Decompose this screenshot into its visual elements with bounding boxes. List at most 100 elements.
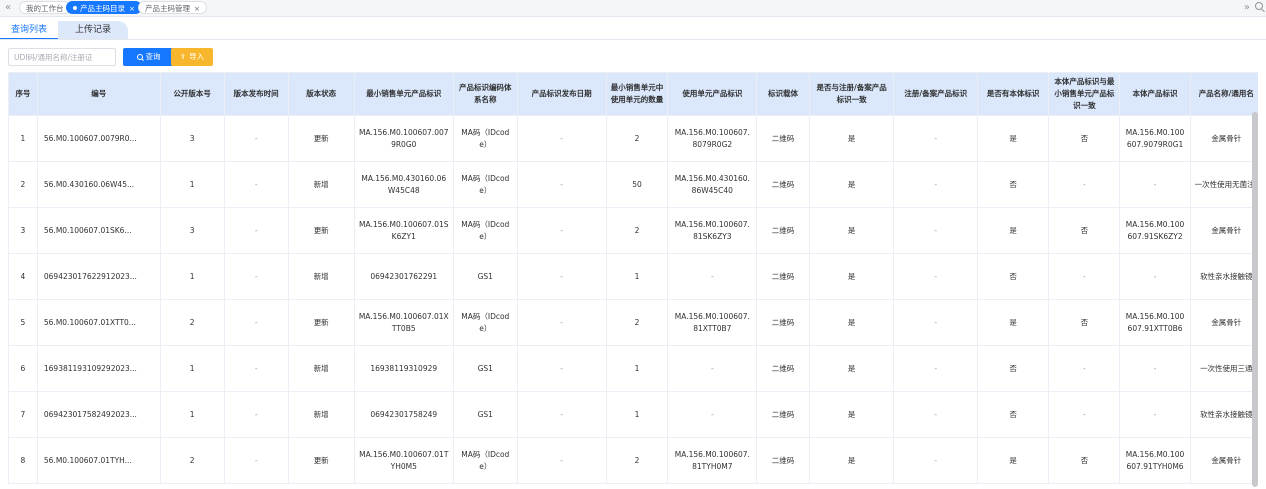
- column-header: 公开版本号: [159, 72, 225, 116]
- table-cell: 5: [8, 299, 38, 346]
- column-header: 本体产品标识与最小销售单元产品标识一致: [1048, 72, 1121, 116]
- table-cell: -: [223, 345, 289, 392]
- table-cell: 更新: [287, 207, 355, 254]
- table-cell: 金属骨针: [1189, 437, 1258, 484]
- code-cell[interactable]: 56.M0.100607.01XTT0...: [36, 299, 161, 346]
- import-icon: ⇪: [179, 52, 187, 61]
- column-header: 产品标识编码体系名称: [452, 72, 518, 116]
- tab-label: 我的工作台: [26, 4, 64, 13]
- table-cell: -: [1048, 345, 1121, 392]
- table-cell: 2: [159, 437, 225, 484]
- tabs-scroll-right-icon[interactable]: »: [1244, 0, 1250, 15]
- table-cell: 否: [977, 253, 1050, 300]
- tab-product-code-catalog[interactable]: 产品主码目录 ×: [66, 1, 142, 14]
- code-cell[interactable]: 169381193109292023...: [36, 345, 161, 392]
- table-cell: MA.156.M0.100607.91TYH0M6: [1119, 437, 1191, 484]
- tab-workbench[interactable]: 我的工作台: [19, 1, 71, 14]
- table-cell: MA码（IDcode）: [452, 161, 518, 208]
- table-cell: 1: [605, 253, 669, 300]
- code-cell[interactable]: 56.M0.430160.06W45...: [36, 161, 161, 208]
- table-cell: 否: [1048, 115, 1121, 162]
- table-cell: -: [223, 437, 289, 484]
- table-cell: 8: [8, 437, 38, 484]
- table-cell: 1: [605, 345, 669, 392]
- table-row: 2 56.M0.430160.06W45... 1- 新增 MA.156.M0.4301…: [8, 161, 1258, 208]
- table-cell: -: [1048, 253, 1121, 300]
- table-cell: -: [667, 253, 758, 300]
- table-cell: 是: [977, 115, 1050, 162]
- table-header-row: 序号 编号 公开版本号 版本发布时间 版本状态 最小销售单元产品标识 产品标识编…: [8, 72, 1258, 116]
- table-cell: 新增: [287, 345, 355, 392]
- search-input[interactable]: [8, 48, 116, 66]
- table-cell: -: [893, 345, 979, 392]
- close-icon[interactable]: ×: [194, 5, 200, 13]
- table-cell: 二维码: [756, 207, 810, 254]
- tab-upload-records[interactable]: 上传记录: [58, 21, 128, 40]
- table-cell: 二维码: [756, 115, 810, 162]
- table-cell: 二维码: [756, 161, 810, 208]
- table-cell: MA.156.M0.100607.01XTT0B5: [353, 299, 454, 346]
- tabs-scroll-left-icon[interactable]: «: [5, 0, 11, 15]
- table-cell: MA码（IDcode）: [452, 207, 518, 254]
- column-header: 使用单元产品标识: [667, 72, 758, 116]
- column-header: 产品名称/通用名: [1189, 72, 1258, 116]
- table-cell: MA码（IDcode）: [452, 299, 518, 346]
- table-cell: -: [516, 115, 607, 162]
- table-cell: 否: [977, 391, 1050, 438]
- table-row: 1 56.M0.100607.0079R0... 3- 更新 MA.156.M0.100…: [8, 115, 1258, 162]
- active-dot-icon: [73, 6, 77, 10]
- table-row: 4 069423017622912023... 1- 新增 06942301762291…: [8, 253, 1258, 300]
- code-cell[interactable]: 56.M0.100607.01TYH...: [36, 437, 161, 484]
- code-cell[interactable]: 069423017622912023...: [36, 253, 161, 300]
- code-cell[interactable]: 56.M0.100607.0079R0...: [36, 115, 161, 162]
- table-cell: -: [516, 345, 607, 392]
- tab-query-list[interactable]: 查询列表: [0, 21, 58, 40]
- table-cell: 是: [808, 299, 895, 346]
- table-cell: MA.156.M0.430160.06W45C48: [353, 161, 454, 208]
- import-button[interactable]: ⇪ 导入: [171, 48, 213, 66]
- column-header: 最小销售单元中使用单元的数量: [605, 72, 669, 116]
- table-cell: -: [223, 161, 289, 208]
- table-cell: -: [223, 207, 289, 254]
- table-cell: 是: [808, 115, 895, 162]
- table-cell: MA.156.M0.100607.01SK6ZY1: [353, 207, 454, 254]
- column-header: 编号: [36, 72, 161, 116]
- table-cell: -: [667, 391, 758, 438]
- table-cell: 16938119310929: [353, 345, 454, 392]
- code-cell[interactable]: 069423017582492023...: [36, 391, 161, 438]
- table-cell: 新增: [287, 253, 355, 300]
- table-cell: 新增: [287, 161, 355, 208]
- table-cell: 是: [808, 391, 895, 438]
- table-cell: 是: [808, 207, 895, 254]
- query-button-label: 查询: [145, 52, 161, 61]
- table-cell: 软性亲水接触镜: [1189, 391, 1258, 438]
- table-row: 3 56.M0.100607.01SK6... 3- 更新 MA.156.M0.1006…: [8, 207, 1258, 254]
- code-cell[interactable]: 56.M0.100607.01SK6...: [36, 207, 161, 254]
- query-button[interactable]: 查询: [123, 48, 174, 66]
- column-header: 最小销售单元产品标识: [353, 72, 454, 116]
- vertical-scrollbar[interactable]: [1252, 112, 1258, 487]
- table-cell: 是: [808, 345, 895, 392]
- table-cell: 3: [8, 207, 38, 254]
- table-cell: 06942301758249: [353, 391, 454, 438]
- tab-label: 产品主码目录: [80, 4, 125, 13]
- table-cell: -: [893, 253, 979, 300]
- table-cell: -: [893, 391, 979, 438]
- table-cell: 更新: [287, 437, 355, 484]
- table-cell: -: [516, 437, 607, 484]
- table-cell: -: [667, 345, 758, 392]
- table-cell: 二维码: [756, 391, 810, 438]
- search-icon[interactable]: [1255, 2, 1263, 10]
- table-cell: 否: [1048, 207, 1121, 254]
- table-cell: 1: [159, 345, 225, 392]
- column-header: 是否有本体标识: [977, 72, 1050, 116]
- import-button-label: 导入: [189, 52, 205, 61]
- close-icon[interactable]: ×: [129, 5, 135, 13]
- column-header: 注册/备案产品标识: [893, 72, 979, 116]
- column-header: 标识载体: [756, 72, 810, 116]
- table-cell: 06942301762291: [353, 253, 454, 300]
- tab-product-code-management[interactable]: 产品主码管理 ×: [138, 1, 207, 14]
- table-cell: 二维码: [756, 299, 810, 346]
- table-cell: 是: [977, 437, 1050, 484]
- column-header: 产品标识发布日期: [516, 72, 607, 116]
